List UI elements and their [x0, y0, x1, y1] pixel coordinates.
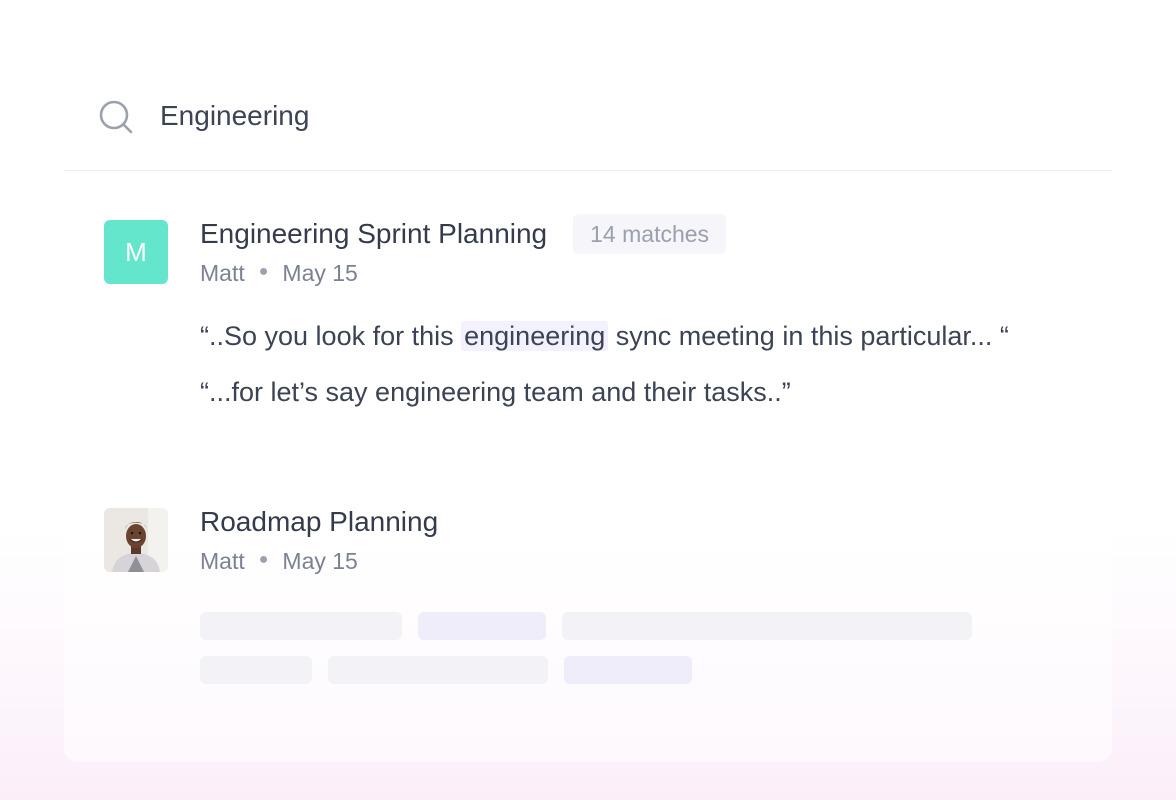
author-name: Matt [200, 548, 245, 574]
snippet-text: “...for let’s say engineering team and t… [200, 377, 791, 407]
loading-placeholder [564, 656, 692, 684]
result-header: Engineering Sprint Planning 14 matches [200, 214, 727, 254]
result-meta: Matt ● May 15 [200, 548, 358, 578]
separator-dot: ● [258, 550, 269, 568]
snippet-text: sync meeting in this particular... “ [608, 321, 1009, 351]
snippet-text: “..So you look for this [200, 321, 462, 351]
match-count-badge: 14 matches [573, 214, 727, 254]
loading-placeholder [562, 612, 972, 640]
loading-placeholder [418, 612, 546, 640]
search-result[interactable]: M Engineering Sprint Planning 14 matches… [64, 202, 1112, 422]
avatar: M [104, 220, 168, 284]
search-icon [99, 100, 133, 134]
author-name: Matt [200, 260, 245, 286]
result-meta: Matt ● May 15 [200, 260, 358, 290]
loading-placeholder [200, 612, 402, 640]
result-header: Roadmap Planning [200, 502, 438, 542]
search-bar [64, 62, 1112, 171]
person-photo-icon [104, 508, 168, 572]
match-snippet[interactable]: “..So you look for this engineering sync… [200, 316, 1009, 356]
result-date: May 15 [282, 548, 358, 574]
result-title[interactable]: Engineering Sprint Planning [200, 218, 547, 250]
search-panel: M Engineering Sprint Planning 14 matches… [64, 62, 1112, 762]
result-date: May 15 [282, 260, 358, 286]
user-photo-avatar [104, 508, 168, 572]
search-input[interactable] [160, 96, 860, 136]
search-highlight: engineering [461, 321, 609, 351]
loading-placeholder [328, 656, 548, 684]
loading-placeholder [200, 656, 312, 684]
separator-dot: ● [258, 262, 269, 280]
result-title[interactable]: Roadmap Planning [200, 506, 438, 538]
search-result[interactable]: Roadmap Planning Matt ● May 15 [64, 490, 1112, 710]
match-snippet[interactable]: “...for let’s say engineering team and t… [200, 372, 791, 412]
